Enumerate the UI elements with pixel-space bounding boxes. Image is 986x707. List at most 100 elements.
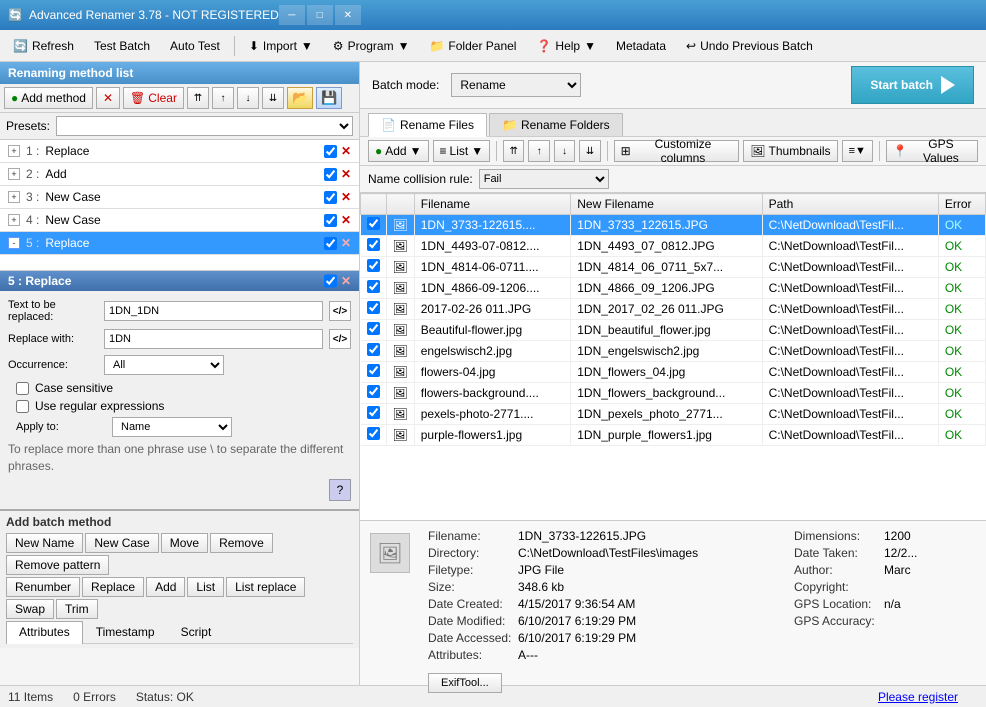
thumbnails-button[interactable]: 🖼 Thumbnails [743, 140, 837, 162]
list-replace-button[interactable]: List replace [226, 577, 305, 597]
renumber-button[interactable]: Renumber [6, 577, 80, 597]
file-table-scroll[interactable]: Filename New Filename Path Error 🖼 1DN_3… [360, 193, 986, 520]
start-batch-button[interactable]: Start batch [851, 66, 974, 104]
exif-tool-button[interactable]: ExifTool... [428, 673, 502, 693]
use-regex-check[interactable] [16, 400, 29, 413]
table-row[interactable]: 🖼 1DN_3733-122615.... 1DN_3733_122615.JP… [361, 215, 986, 236]
table-row[interactable]: 🖼 2017-02-26 011.JPG 1DN_2017_02_26 011.… [361, 299, 986, 320]
row-check-5[interactable] [367, 322, 380, 335]
move-up-button[interactable]: ↑ [212, 87, 234, 109]
col-error[interactable]: Error [938, 194, 985, 215]
method-item-2[interactable]: + 2 : Add ✕ [0, 163, 359, 186]
collapse-3[interactable]: + [8, 191, 20, 203]
text-to-replace-input[interactable] [104, 301, 323, 321]
tab-timestamp[interactable]: Timestamp [83, 621, 168, 643]
add-method-button[interactable]: ● Add method [4, 87, 93, 109]
tab-script[interactable]: Script [168, 621, 225, 643]
table-row[interactable]: 🖼 pexels-photo-2771.... 1DN_pexels_photo… [361, 404, 986, 425]
move-bottom-button[interactable]: ⇊ [262, 87, 284, 109]
method-check-3[interactable] [324, 191, 337, 204]
new-case-button[interactable]: New Case [85, 533, 158, 553]
row-check-9[interactable] [367, 406, 380, 419]
row-check-7[interactable] [367, 364, 380, 377]
remove-button[interactable]: Remove [210, 533, 273, 553]
undo-button[interactable]: ↩ Undo Previous Batch [677, 33, 822, 59]
help-button-detail[interactable]: ? [329, 479, 351, 501]
col-filename[interactable]: Filename [414, 194, 571, 215]
move-down-button[interactable]: ↓ [237, 87, 259, 109]
move-top-button[interactable]: ⇈ [187, 87, 209, 109]
collision-combo[interactable]: Fail Skip Overwrite [479, 169, 609, 189]
presets-combo[interactable] [56, 116, 353, 136]
tab-rename-folders[interactable]: 📁 Rename Folders [489, 113, 623, 136]
customize-columns-button[interactable]: ⊞ Customize columns [614, 140, 740, 162]
replace-with-input[interactable] [104, 329, 323, 349]
row-check-10[interactable] [367, 427, 380, 440]
delete-2[interactable]: ✕ [341, 167, 351, 181]
trim-button[interactable]: Trim [56, 599, 98, 619]
help-button[interactable]: ❓ Help ▼ [527, 33, 605, 59]
program-button[interactable]: ⚙ Program ▼ [324, 33, 419, 59]
delete-method-button[interactable]: ✕ [96, 87, 120, 109]
add-files-button[interactable]: ● Add ▼ [368, 140, 429, 162]
import-button[interactable]: ⬇ Import ▼ [240, 33, 322, 59]
method-item-3[interactable]: + 3 : New Case ✕ [0, 186, 359, 209]
detail-enable[interactable] [324, 274, 337, 288]
method-check-2[interactable] [324, 168, 337, 181]
method-item-4[interactable]: + 4 : New Case ✕ [0, 209, 359, 232]
minimize-button[interactable]: ─ [279, 5, 305, 25]
collapse-5[interactable]: - [8, 237, 20, 249]
auto-test-button[interactable]: Auto Test [161, 33, 229, 59]
collapse-1[interactable]: + [8, 145, 20, 157]
sort-options-button[interactable]: ≡▼ [842, 140, 873, 162]
row-check-8[interactable] [367, 385, 380, 398]
table-row[interactable]: 🖼 purple-flowers1.jpg 1DN_purple_flowers… [361, 425, 986, 446]
load-presets-button[interactable]: 📂 [287, 87, 313, 109]
list-files-button[interactable]: ≡ List ▼ [433, 140, 491, 162]
table-row[interactable]: 🖼 1DN_4814-06-0711.... 1DN_4814_06_0711_… [361, 257, 986, 278]
tab-attributes[interactable]: Attributes [6, 621, 83, 644]
delete-5[interactable]: ✕ [341, 236, 351, 250]
method-item-5[interactable]: - 5 : Replace ✕ [0, 232, 359, 255]
row-check-1[interactable] [367, 238, 380, 251]
table-row[interactable]: 🖼 Beautiful-flower.jpg 1DN_beautiful_flo… [361, 320, 986, 341]
close-button[interactable]: ✕ [335, 5, 361, 25]
add-button[interactable]: Add [146, 577, 185, 597]
row-check-3[interactable] [367, 280, 380, 293]
row-check-2[interactable] [367, 259, 380, 272]
row-check-0[interactable] [367, 217, 380, 230]
table-row[interactable]: 🖼 flowers-background.... 1DN_flowers_bac… [361, 383, 986, 404]
method-check-1[interactable] [324, 145, 337, 158]
tab-rename-files[interactable]: 📄 Rename Files [368, 113, 487, 137]
replace-button[interactable]: Replace [82, 577, 144, 597]
table-row[interactable]: 🖼 flowers-04.jpg 1DN_flowers_04.jpg C:\N… [361, 362, 986, 383]
detail-delete[interactable]: ✕ [341, 274, 351, 288]
case-sensitive-check[interactable] [16, 382, 29, 395]
sort-down-button[interactable]: ↓ [554, 140, 575, 162]
gps-values-button[interactable]: 📍 GPS Values [886, 140, 978, 162]
remove-pattern-button[interactable]: Remove pattern [6, 555, 109, 575]
folder-panel-button[interactable]: 📁 Folder Panel [420, 33, 525, 59]
batch-mode-combo[interactable]: Rename Copy Move [451, 73, 581, 97]
sort-up-button[interactable]: ↑ [528, 140, 549, 162]
new-name-button[interactable]: New Name [6, 533, 83, 553]
save-presets-button[interactable]: 💾 [316, 87, 342, 109]
method-item-1[interactable]: + 1 : Replace ✕ [0, 140, 359, 163]
occurrence-combo[interactable]: All First Last [104, 355, 224, 375]
row-check-4[interactable] [367, 301, 380, 314]
method-check-5[interactable] [324, 237, 337, 250]
refresh-button[interactable]: 🔄 Refresh [4, 33, 83, 59]
list-button[interactable]: List [187, 577, 224, 597]
apply-to-combo[interactable]: Name Extension Name and Extension [112, 417, 232, 437]
text-replace-code-btn[interactable]: </> [329, 301, 351, 321]
sort-top-button[interactable]: ⇈ [503, 140, 524, 162]
table-row[interactable]: 🖼 1DN_4866-09-1206.... 1DN_4866_09_1206.… [361, 278, 986, 299]
row-check-6[interactable] [367, 343, 380, 356]
collapse-4[interactable]: + [8, 214, 20, 226]
replace-with-code-btn[interactable]: </> [329, 329, 351, 349]
clear-button[interactable]: 🗑 Clear [123, 87, 184, 109]
test-batch-button[interactable]: Test Batch [85, 33, 159, 59]
move-button[interactable]: Move [161, 533, 208, 553]
col-new-filename[interactable]: New Filename [571, 194, 762, 215]
collapse-2[interactable]: + [8, 168, 20, 180]
